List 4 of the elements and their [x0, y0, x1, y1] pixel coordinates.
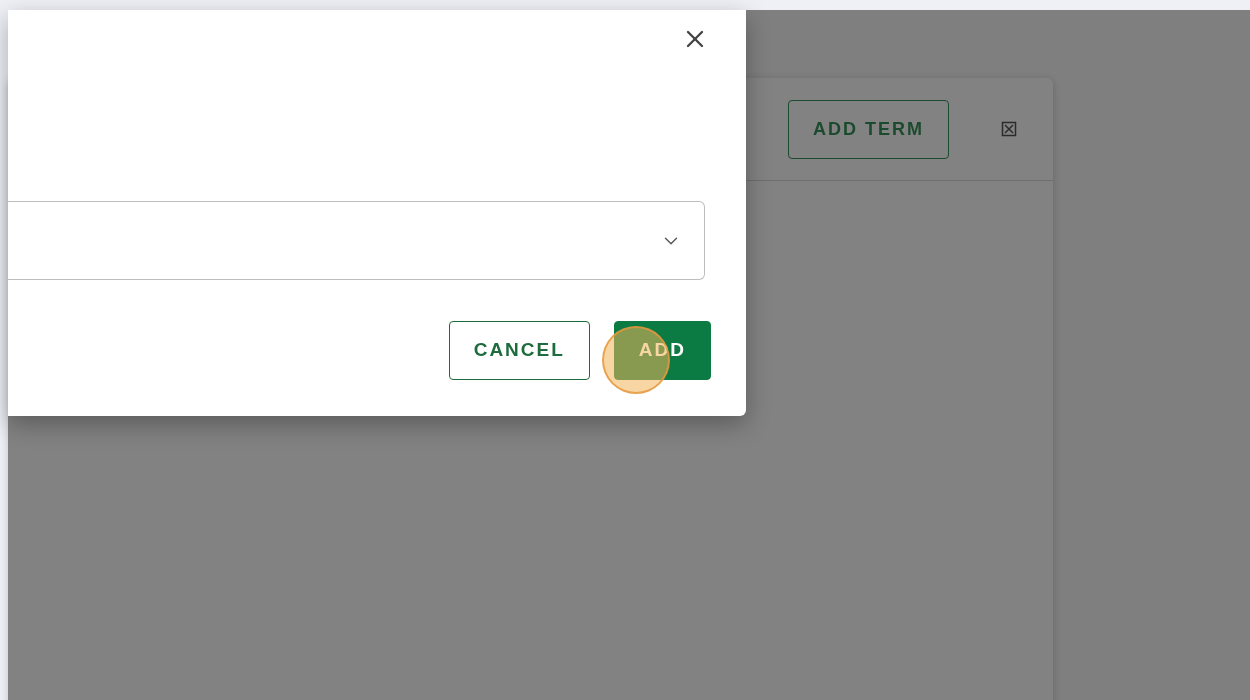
select-field[interactable]	[8, 201, 705, 280]
expand-icon[interactable]	[1001, 121, 1017, 137]
cancel-button[interactable]: CANCEL	[448, 321, 590, 380]
add-term-button[interactable]: ADD TERM	[788, 99, 949, 159]
